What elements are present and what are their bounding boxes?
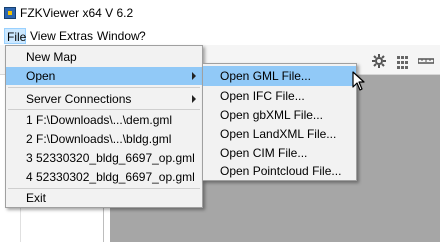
menu-item-new-map[interactable]: New Map [6,48,202,66]
menu-item-label: 2 F:\Downloads\...\bldg.gml [26,132,172,146]
submenu-arrow-icon [192,72,196,80]
menu-item-recent-3[interactable]: 3 52330320_bldg_6697_op.gml [6,149,202,167]
submenu-item-open-ifc[interactable]: Open IFC File... [203,86,356,106]
menu-item-exit[interactable]: Exit [6,189,202,207]
menu-help[interactable]: ? [137,29,148,43]
submenu-item-label: Open LandXML File... [220,127,337,141]
menu-view[interactable]: View [28,29,58,43]
open-submenu: Open GML File... Open IFC File... Open g… [202,63,357,181]
menu-item-label: 3 52330320_bldg_6697_op.gml [26,151,195,165]
submenu-item-open-pointcloud[interactable]: Open Pointcloud File... [203,161,356,181]
submenu-item-open-gml[interactable]: Open GML File... [203,66,356,86]
window-title: FZKViewer x64 V 6.2 [20,6,134,20]
menu-item-label: Open [26,69,56,83]
menu-file[interactable]: File [4,28,26,44]
submenu-item-label: Open GML File... [220,69,311,83]
ruler-icon[interactable] [417,54,435,68]
submenu-arrow-icon [192,95,196,103]
submenu-item-open-gbxml[interactable]: Open gbXML File... [203,105,356,125]
menu-item-recent-1[interactable]: 1 F:\Downloads\...\dem.gml [6,111,202,129]
menu-item-label: Server Connections [26,92,132,106]
menu-item-label: 1 F:\Downloads\...\dem.gml [26,113,173,127]
submenu-item-open-landxml[interactable]: Open LandXML File... [203,124,356,144]
menu-window[interactable]: Window [95,29,142,43]
file-menu: New Map Open Server Connections 1 F:\Dow… [5,45,203,208]
submenu-item-label: Open CIM File... [220,146,308,160]
menu-item-open[interactable]: Open [6,67,202,85]
submenu-item-open-cim[interactable]: Open CIM File... [203,143,356,163]
menu-item-label: 4 52330302_bldg_6697_op.gml [26,170,195,184]
menu-item-recent-4[interactable]: 4 52330302_bldg_6697_op.gml [6,168,202,186]
menu-item-label: Exit [26,191,47,205]
grid-icon[interactable] [397,56,411,70]
mouse-cursor-icon [352,71,365,91]
submenu-item-label: Open IFC File... [220,89,305,103]
gear-icon[interactable] [372,54,386,68]
submenu-item-label: Open gbXML File... [220,108,323,122]
app-logo-icon [4,7,16,19]
menu-separator [8,87,200,88]
menu-item-recent-2[interactable]: 2 F:\Downloads\...\bldg.gml [6,130,202,148]
menu-extras[interactable]: Extras [57,29,95,43]
menu-bar: File View Extras Window ? [0,27,440,45]
menu-item-server-connections[interactable]: Server Connections [6,90,202,108]
menu-item-label: New Map [26,50,77,64]
title-bar: FZKViewer x64 V 6.2 [0,0,440,27]
submenu-item-label: Open Pointcloud File... [220,164,342,178]
menu-separator [8,109,200,110]
